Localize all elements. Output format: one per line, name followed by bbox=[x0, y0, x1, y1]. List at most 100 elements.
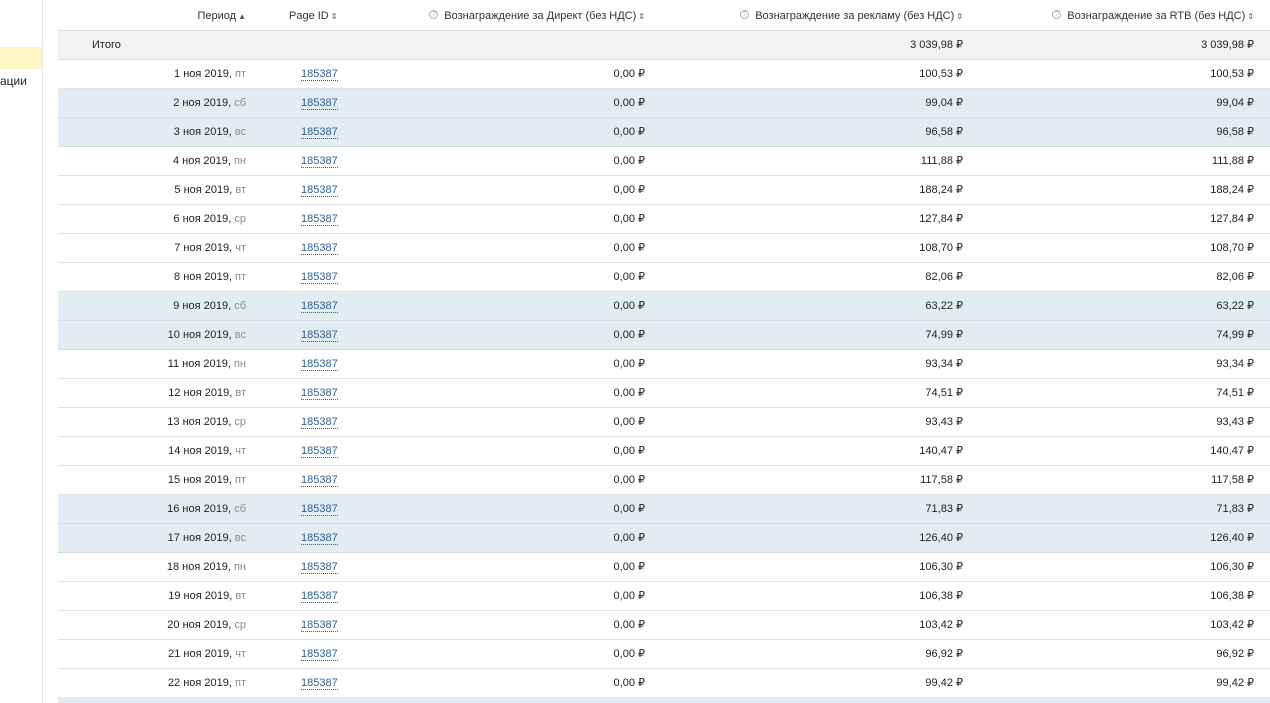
cell-rtb: 63,22 ₽ bbox=[1216, 300, 1254, 312]
page-id-link[interactable]: 185387 bbox=[301, 155, 338, 168]
cell-ads: 74,51 ₽ bbox=[925, 387, 963, 399]
cell-ads: 96,58 ₽ bbox=[925, 126, 963, 138]
cell-direct: 0,00 ₽ bbox=[613, 68, 645, 80]
page-id-link[interactable]: 185387 bbox=[301, 242, 338, 255]
table-row: 4 ноя 2019, пн 185387 0,00 ₽ 111,88 ₽ 111,88… bbox=[58, 147, 1270, 176]
day-of-week: вс bbox=[234, 126, 246, 138]
sort-icon[interactable]: ⇕ bbox=[1247, 12, 1254, 21]
page-id-link[interactable]: 185387 bbox=[301, 590, 338, 603]
cell-direct: 0,00 ₽ bbox=[613, 155, 645, 167]
page-id-link[interactable]: 185387 bbox=[301, 619, 338, 632]
table-row: 8 ноя 2019, пт 185387 0,00 ₽ 82,06 ₽ 82,06 ₽ bbox=[58, 263, 1270, 292]
page-id-link[interactable]: 185387 bbox=[301, 300, 338, 313]
page-id-link[interactable]: 185387 bbox=[301, 445, 338, 458]
cell-ads: 99,42 ₽ bbox=[925, 677, 963, 689]
day-of-week: пт bbox=[235, 68, 246, 80]
cell-page-id: 185387 bbox=[301, 147, 361, 175]
header-ads[interactable]: ? Вознаграждение за рекламу (без НДС) ⇕ bbox=[738, 2, 963, 30]
day-of-week: сб bbox=[234, 503, 246, 515]
cell-ads: 126,40 ₽ bbox=[919, 532, 963, 544]
date-text: 13 ноя 2019, bbox=[167, 416, 232, 428]
total-row: Итого 3 039,98 ₽ 3 039,98 ₽ bbox=[58, 31, 1270, 60]
cell-rtb: 93,43 ₽ bbox=[1216, 416, 1254, 428]
cell-date: 1 ноя 2019, пт bbox=[58, 60, 246, 88]
page-id-link[interactable]: 185387 bbox=[301, 126, 338, 139]
page-id-link[interactable]: 185387 bbox=[301, 416, 338, 429]
page-id-link[interactable]: 185387 bbox=[301, 213, 338, 226]
help-icon[interactable]: ? bbox=[1052, 10, 1062, 19]
total-direct bbox=[388, 31, 645, 59]
help-icon[interactable]: ? bbox=[740, 10, 750, 19]
total-label: Итого bbox=[92, 39, 121, 51]
date-text: 2 ноя 2019, bbox=[173, 97, 232, 109]
page-id-link[interactable]: 185387 bbox=[301, 329, 338, 342]
cell-ads: 100,53 ₽ bbox=[919, 68, 963, 80]
header-period[interactable]: Период ▲ bbox=[58, 2, 246, 30]
cell-direct: 0,00 ₽ bbox=[613, 561, 645, 573]
page-id-link[interactable]: 185387 bbox=[301, 532, 338, 545]
cell-rtb: 99,42 ₽ bbox=[1216, 677, 1254, 689]
cell-ads: 140,47 ₽ bbox=[919, 445, 963, 457]
header-page-id[interactable]: Page ID ⇕ bbox=[289, 2, 349, 30]
header-page-id-label: Page ID bbox=[289, 10, 329, 22]
sidebar: ации bbox=[0, 0, 43, 703]
cell-ads: 127,84 ₽ bbox=[919, 213, 963, 225]
cell-rtb: 93,34 ₽ bbox=[1216, 358, 1254, 370]
help-icon[interactable]: ? bbox=[429, 10, 439, 19]
page-id-link[interactable]: 185387 bbox=[301, 97, 338, 110]
cell-direct: 0,00 ₽ bbox=[613, 300, 645, 312]
cell-direct: 0,00 ₽ bbox=[613, 445, 645, 457]
page-id-link[interactable]: 185387 bbox=[301, 648, 338, 661]
cell-rtb: 71,83 ₽ bbox=[1216, 503, 1254, 515]
table-header: Период ▲ Page ID ⇕ ? Вознаграждение за Дире… bbox=[58, 2, 1270, 31]
day-of-week: пт bbox=[235, 474, 246, 486]
sort-icon[interactable]: ⇕ bbox=[331, 12, 338, 21]
page-id-link[interactable]: 185387 bbox=[301, 387, 338, 400]
cell-date: 11 ноя 2019, пн bbox=[58, 350, 246, 378]
cell-ads: 71,83 ₽ bbox=[925, 503, 963, 515]
cell-rtb: 106,38 ₽ bbox=[1210, 590, 1254, 602]
page-id-link[interactable]: 185387 bbox=[301, 677, 338, 690]
cell-page-id: 185387 bbox=[301, 640, 361, 668]
sidebar-item-label[interactable]: ации bbox=[0, 74, 42, 88]
sort-icon[interactable]: ⇕ bbox=[638, 12, 645, 21]
cell-date: 15 ноя 2019, пт bbox=[58, 466, 246, 494]
cell-ads: 117,58 ₽ bbox=[920, 474, 963, 486]
table-row: 12 ноя 2019, вт 185387 0,00 ₽ 74,51 ₽ 74,51 … bbox=[58, 379, 1270, 408]
cell-page-id: 185387 bbox=[301, 89, 361, 117]
page-id-link[interactable]: 185387 bbox=[301, 503, 338, 516]
page-id-link[interactable]: 185387 bbox=[301, 271, 338, 284]
page-id-link[interactable]: 185387 bbox=[301, 68, 338, 81]
date-text: 15 ноя 2019, bbox=[167, 474, 232, 486]
day-of-week: сб bbox=[234, 300, 246, 312]
header-rtb-label: Вознаграждение за RTB (без НДС) bbox=[1067, 10, 1246, 22]
date-text: 4 ноя 2019, bbox=[173, 155, 231, 167]
cell-ads: 63,22 ₽ bbox=[925, 300, 963, 312]
table-row: 14 ноя 2019, чт 185387 0,00 ₽ 140,47 ₽ 140,4… bbox=[58, 437, 1270, 466]
date-text: 12 ноя 2019, bbox=[168, 387, 233, 399]
day-of-week: пт bbox=[235, 677, 246, 689]
cell-direct: 0,00 ₽ bbox=[613, 271, 645, 283]
day-of-week: ср bbox=[234, 213, 246, 225]
cell-rtb: 108,70 ₽ bbox=[1210, 242, 1254, 254]
date-text: 22 ноя 2019, bbox=[167, 677, 232, 689]
cell-direct: 0,00 ₽ bbox=[613, 677, 645, 689]
cell-ads: 82,06 ₽ bbox=[925, 271, 963, 283]
day-of-week: сб bbox=[234, 97, 246, 109]
cell-date: 3 ноя 2019, вс bbox=[58, 118, 246, 146]
header-period-label: Период bbox=[197, 10, 237, 22]
header-direct[interactable]: ? Вознаграждение за Директ (без НДС) ⇕ bbox=[428, 2, 645, 30]
cell-rtb: 74,51 ₽ bbox=[1216, 387, 1254, 399]
cell-page-id: 185387 bbox=[301, 524, 361, 552]
cell-page-id: 185387 bbox=[301, 582, 361, 610]
page-id-link[interactable]: 185387 bbox=[301, 561, 338, 574]
header-rtb[interactable]: ? Вознаграждение за RTB (без НДС) ⇕ bbox=[1048, 2, 1254, 30]
page-id-link[interactable]: 185387 bbox=[301, 184, 338, 197]
date-text: 14 ноя 2019, bbox=[168, 445, 233, 457]
page-id-link[interactable]: 185387 bbox=[301, 358, 338, 371]
sort-icon[interactable]: ⇕ bbox=[956, 12, 963, 21]
page-id-link[interactable]: 185387 bbox=[301, 474, 338, 487]
sort-asc-icon[interactable]: ▲ bbox=[238, 12, 246, 21]
date-text: 18 ноя 2019, bbox=[166, 561, 231, 573]
sidebar-active-item[interactable] bbox=[0, 47, 42, 69]
